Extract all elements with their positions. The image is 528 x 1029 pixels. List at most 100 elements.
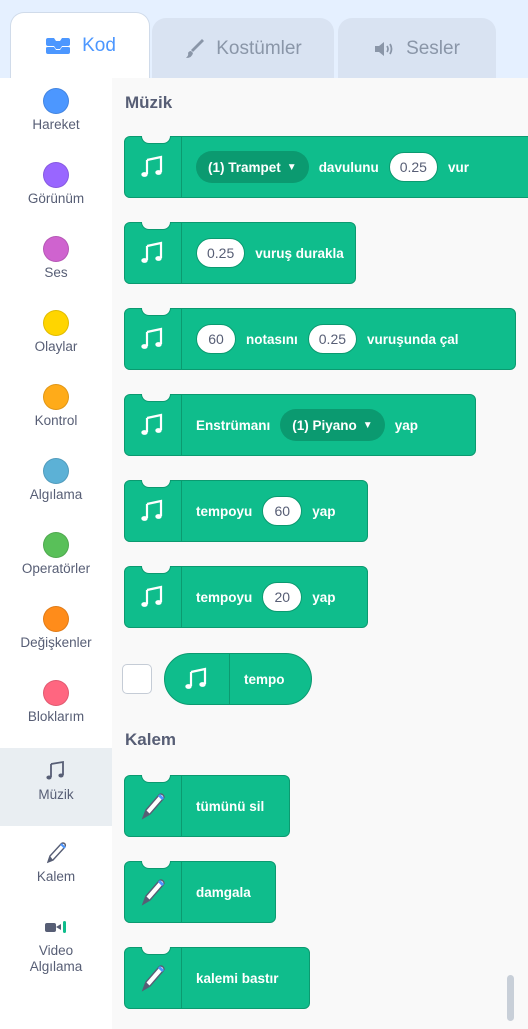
music-notes-icon bbox=[125, 137, 182, 197]
category-label: Görünüm bbox=[27, 191, 85, 206]
section-title-pen: Kalem bbox=[125, 730, 177, 749]
brush-icon bbox=[184, 38, 206, 59]
category-looks[interactable]: Görünüm bbox=[0, 152, 112, 226]
my-blocks-color-dot bbox=[43, 680, 69, 706]
note-input[interactable]: 60 bbox=[196, 324, 236, 354]
instrument-dropdown[interactable]: (1) Piyano ▼ bbox=[280, 409, 385, 441]
category-music[interactable]: Müzik bbox=[0, 748, 112, 826]
category-motion[interactable]: Hareket bbox=[0, 78, 112, 152]
variables-color-dot bbox=[43, 606, 69, 632]
rest-text: vuruş durakla bbox=[255, 245, 344, 261]
block-notch bbox=[141, 480, 171, 488]
tab-costumes[interactable]: Kostümler bbox=[152, 18, 334, 78]
block-notch bbox=[141, 136, 171, 144]
category-pen[interactable]: Kalem bbox=[0, 830, 112, 904]
category-label: Hareket bbox=[32, 117, 80, 132]
code-panel: Hareket Görünüm Ses Olaylar Kontrol Algı… bbox=[0, 78, 528, 1029]
category-menu: Hareket Görünüm Ses Olaylar Kontrol Algı… bbox=[0, 78, 113, 1029]
tempo-change-text: tempoyu bbox=[196, 589, 253, 605]
rest-beats-input[interactable]: 0.25 bbox=[196, 238, 246, 268]
palette-scrollbar[interactable] bbox=[507, 975, 514, 1021]
set-instrument-block[interactable]: Enstrümanı (1) Piyano ▼ yap bbox=[124, 394, 476, 456]
play-note-block[interactable]: 60 notasını 0.25 vuruşunda çal bbox=[124, 308, 516, 370]
rest-block[interactable]: 0.25 vuruş durakla bbox=[124, 222, 356, 284]
category-variables[interactable]: Değişkenler bbox=[0, 596, 112, 670]
events-color-dot bbox=[43, 310, 69, 336]
category-sound[interactable]: Ses bbox=[0, 226, 112, 300]
looks-color-dot bbox=[43, 162, 69, 188]
category-label: Kontrol bbox=[34, 413, 78, 428]
drum-beats-input[interactable]: 0.25 bbox=[388, 152, 438, 182]
pen-icon bbox=[125, 776, 182, 836]
category-label: Kalem bbox=[36, 869, 76, 884]
tempo-change-input[interactable]: 20 bbox=[262, 582, 303, 612]
category-label: Olaylar bbox=[34, 339, 78, 354]
instrument-dropdown-value: (1) Piyano bbox=[292, 417, 357, 433]
tempo-reporter-block[interactable]: tempo bbox=[164, 653, 312, 705]
instrument-text-2: yap bbox=[394, 417, 418, 433]
block-notch bbox=[141, 775, 171, 783]
set-tempo-block[interactable]: tempoyu 60 yap bbox=[124, 480, 368, 542]
tempo-text: tempoyu bbox=[196, 503, 253, 519]
drum-text-2: vur bbox=[447, 159, 469, 175]
block-palette: Müzik (1) Trampet ▼ davulunu 0.25 vur 0.2… bbox=[112, 78, 528, 1029]
note-beats-input[interactable]: 0.25 bbox=[307, 324, 358, 354]
category-label: Operatörler bbox=[21, 561, 91, 576]
operators-color-dot bbox=[43, 532, 69, 558]
music-notes-icon bbox=[125, 567, 182, 627]
play-drum-block[interactable]: (1) Trampet ▼ davulunu 0.25 vur bbox=[124, 136, 528, 198]
block-content: 0.25 vuruş durakla bbox=[182, 238, 358, 268]
category-events[interactable]: Olaylar bbox=[0, 300, 112, 374]
category-label: Algılama bbox=[29, 487, 83, 502]
block-content: tempoyu 20 yap bbox=[182, 582, 350, 612]
category-label: Müzik bbox=[38, 787, 74, 802]
block-notch bbox=[141, 308, 171, 316]
tempo-reporter-text: tempo bbox=[244, 671, 285, 687]
sound-color-dot bbox=[43, 236, 69, 262]
change-tempo-block[interactable]: tempoyu 20 yap bbox=[124, 566, 368, 628]
category-label: Video Algılama bbox=[29, 943, 83, 974]
category-control[interactable]: Kontrol bbox=[0, 374, 112, 448]
music-notes-icon bbox=[125, 395, 182, 455]
pen-icon bbox=[125, 948, 182, 1008]
tempo-monitor-checkbox[interactable] bbox=[122, 664, 152, 694]
clear-block[interactable]: tümünü sil bbox=[124, 775, 290, 837]
block-notch bbox=[141, 222, 171, 230]
category-operators[interactable]: Operatörler bbox=[0, 522, 112, 596]
category-sensing[interactable]: Algılama bbox=[0, 448, 112, 522]
tab-code[interactable]: Kod bbox=[10, 12, 150, 78]
tab-costumes-label: Kostümler bbox=[216, 37, 302, 59]
category-my-blocks[interactable]: Bloklarım bbox=[0, 670, 112, 744]
block-content: (1) Trampet ▼ davulunu 0.25 vur bbox=[182, 151, 483, 183]
music-notes-icon bbox=[165, 654, 230, 704]
speaker-icon bbox=[374, 41, 396, 57]
block-content: Enstrümanı (1) Piyano ▼ yap bbox=[182, 409, 432, 441]
block-content: damgala bbox=[182, 885, 265, 900]
note-text: notasını bbox=[246, 331, 298, 347]
chevron-down-icon: ▼ bbox=[286, 161, 297, 173]
clear-text: tümünü sil bbox=[196, 798, 265, 814]
block-notch bbox=[141, 947, 171, 955]
note-text-2: vuruşunda çal bbox=[367, 331, 459, 347]
tempo-input[interactable]: 60 bbox=[262, 496, 303, 526]
tab-sounds-label: Sesler bbox=[406, 37, 460, 59]
code-icon bbox=[44, 37, 72, 55]
stamp-block[interactable]: damgala bbox=[124, 861, 276, 923]
pen-icon bbox=[0, 840, 112, 866]
category-video-sensing[interactable]: Video Algılama bbox=[0, 904, 112, 1004]
category-label: Ses bbox=[44, 265, 68, 280]
instrument-text: Enstrümanı bbox=[196, 417, 271, 433]
tab-code-label: Kod bbox=[82, 34, 116, 56]
tab-sounds[interactable]: Sesler bbox=[338, 18, 496, 78]
block-notch bbox=[141, 394, 171, 402]
pen-down-text: kalemi bastır bbox=[196, 970, 279, 986]
music-notes-icon bbox=[125, 223, 182, 283]
music-notes-icon bbox=[125, 309, 182, 369]
control-color-dot bbox=[43, 384, 69, 410]
block-content: 60 notasını 0.25 vuruşunda çal bbox=[182, 324, 473, 354]
drum-dropdown[interactable]: (1) Trampet ▼ bbox=[196, 151, 309, 183]
section-title-music: Müzik bbox=[125, 93, 173, 112]
pen-down-block[interactable]: kalemi bastır bbox=[124, 947, 310, 1009]
music-notes-icon bbox=[125, 481, 182, 541]
sensing-color-dot bbox=[43, 458, 69, 484]
